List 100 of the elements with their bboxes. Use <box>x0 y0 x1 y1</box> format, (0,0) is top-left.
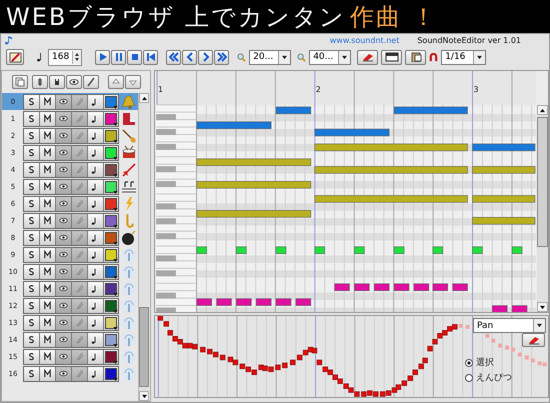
solo-button[interactable] <box>24 112 40 126</box>
note-block[interactable] <box>472 246 483 254</box>
zoom-select[interactable]: 40... <box>309 50 352 64</box>
visibility-button[interactable] <box>56 248 72 262</box>
note-button[interactable] <box>88 332 104 346</box>
scroll-thumb[interactable] <box>537 117 548 247</box>
solo-button[interactable] <box>24 366 40 380</box>
solo-button[interactable] <box>24 146 40 160</box>
rewind-start-button[interactable] <box>143 50 158 64</box>
mute-button[interactable] <box>40 196 56 210</box>
note-block[interactable] <box>394 106 468 114</box>
mute-button[interactable] <box>40 128 56 142</box>
window-button[interactable] <box>381 50 402 64</box>
track-scrollbar[interactable] <box>138 93 149 401</box>
note-block[interactable] <box>196 121 272 130</box>
note-block[interactable] <box>296 298 312 306</box>
note-block[interactable] <box>512 305 528 312</box>
note-button[interactable] <box>88 366 104 380</box>
visibility-button[interactable] <box>56 146 72 160</box>
mute-button[interactable] <box>40 112 56 126</box>
note-block[interactable] <box>216 298 232 306</box>
visibility-button[interactable] <box>56 298 72 312</box>
note-block[interactable] <box>196 210 312 218</box>
solo-button[interactable] <box>24 128 40 142</box>
note-block[interactable] <box>414 283 430 291</box>
eraser-button[interactable] <box>357 50 378 64</box>
mute-button[interactable] <box>40 316 56 330</box>
solo-button[interactable] <box>24 316 40 330</box>
note-block[interactable] <box>196 180 312 189</box>
note-block[interactable] <box>394 283 410 291</box>
mute-button[interactable] <box>40 264 56 278</box>
note-block[interactable] <box>314 144 468 152</box>
note-block[interactable] <box>196 246 207 254</box>
mute-button[interactable] <box>40 366 56 380</box>
solo-button[interactable] <box>24 230 40 244</box>
note-block[interactable] <box>472 166 536 174</box>
visibility-button[interactable] <box>56 196 72 210</box>
note-block[interactable] <box>196 298 212 306</box>
note-block[interactable] <box>236 298 252 306</box>
note-block[interactable] <box>512 246 522 254</box>
note-block[interactable] <box>354 283 370 291</box>
controller-lane[interactable]: Pan 選択 えんぴつ <box>154 315 549 398</box>
note-block[interactable] <box>354 246 365 254</box>
mute-button[interactable] <box>40 332 56 346</box>
note-button[interactable] <box>88 162 104 176</box>
paste-button[interactable] <box>405 50 426 64</box>
solo-button[interactable] <box>24 282 40 296</box>
note-button[interactable] <box>88 128 104 142</box>
solo-button[interactable] <box>24 298 40 312</box>
mute-button[interactable] <box>40 94 56 108</box>
note-block[interactable] <box>334 283 350 291</box>
note-button[interactable] <box>88 264 104 278</box>
note-block[interactable] <box>492 305 508 312</box>
fast-forward-button[interactable] <box>214 50 230 64</box>
note-button[interactable] <box>88 112 104 126</box>
note-block[interactable] <box>374 283 390 291</box>
visibility-button[interactable] <box>56 162 72 176</box>
solo-button[interactable] <box>24 94 40 108</box>
step-forward-button[interactable] <box>198 50 214 64</box>
visibility-button[interactable] <box>56 94 72 108</box>
visibility-button[interactable] <box>56 316 72 330</box>
visibility-button[interactable] <box>56 264 72 278</box>
note-block[interactable] <box>276 298 292 306</box>
mute-button[interactable] <box>40 214 56 228</box>
solo-button[interactable] <box>24 264 40 278</box>
note-button[interactable] <box>88 196 104 210</box>
mute-button[interactable] <box>40 180 56 194</box>
snap-select[interactable]: 1/16 <box>441 50 486 64</box>
solo-button[interactable] <box>24 180 40 194</box>
visibility-button[interactable] <box>56 282 72 296</box>
note-block[interactable] <box>314 246 325 254</box>
note-block[interactable] <box>256 298 272 306</box>
visibility-button[interactable] <box>56 350 72 364</box>
note-button[interactable] <box>88 230 104 244</box>
note-block[interactable] <box>314 166 468 174</box>
eraser-button[interactable] <box>522 333 545 347</box>
solo-button[interactable] <box>24 162 40 176</box>
mute-button[interactable] <box>40 146 56 160</box>
fast-rewind-button[interactable] <box>166 50 182 64</box>
note-button[interactable] <box>88 282 104 296</box>
mute-button[interactable] <box>40 162 56 176</box>
mute-button[interactable] <box>40 230 56 244</box>
note-block[interactable] <box>452 283 468 291</box>
note-block[interactable] <box>472 144 536 152</box>
edit-all-button[interactable] <box>83 75 99 89</box>
solo-button[interactable] <box>24 248 40 262</box>
visibility-button[interactable] <box>56 128 72 142</box>
zoom-select[interactable]: 20... <box>249 50 292 64</box>
note-block[interactable] <box>394 246 404 254</box>
solo-button[interactable] <box>24 214 40 228</box>
note-block[interactable] <box>276 246 286 254</box>
visibility-button[interactable] <box>56 366 72 380</box>
note-block[interactable] <box>432 283 448 291</box>
note-button[interactable] <box>88 248 104 262</box>
website-link[interactable]: www.soundnt.net <box>330 36 400 44</box>
mode-radio[interactable]: 選択 <box>465 356 512 369</box>
mute-button[interactable] <box>40 350 56 364</box>
solo-button[interactable] <box>24 350 40 364</box>
move-down-button[interactable] <box>125 75 141 89</box>
note-button[interactable] <box>88 316 104 330</box>
